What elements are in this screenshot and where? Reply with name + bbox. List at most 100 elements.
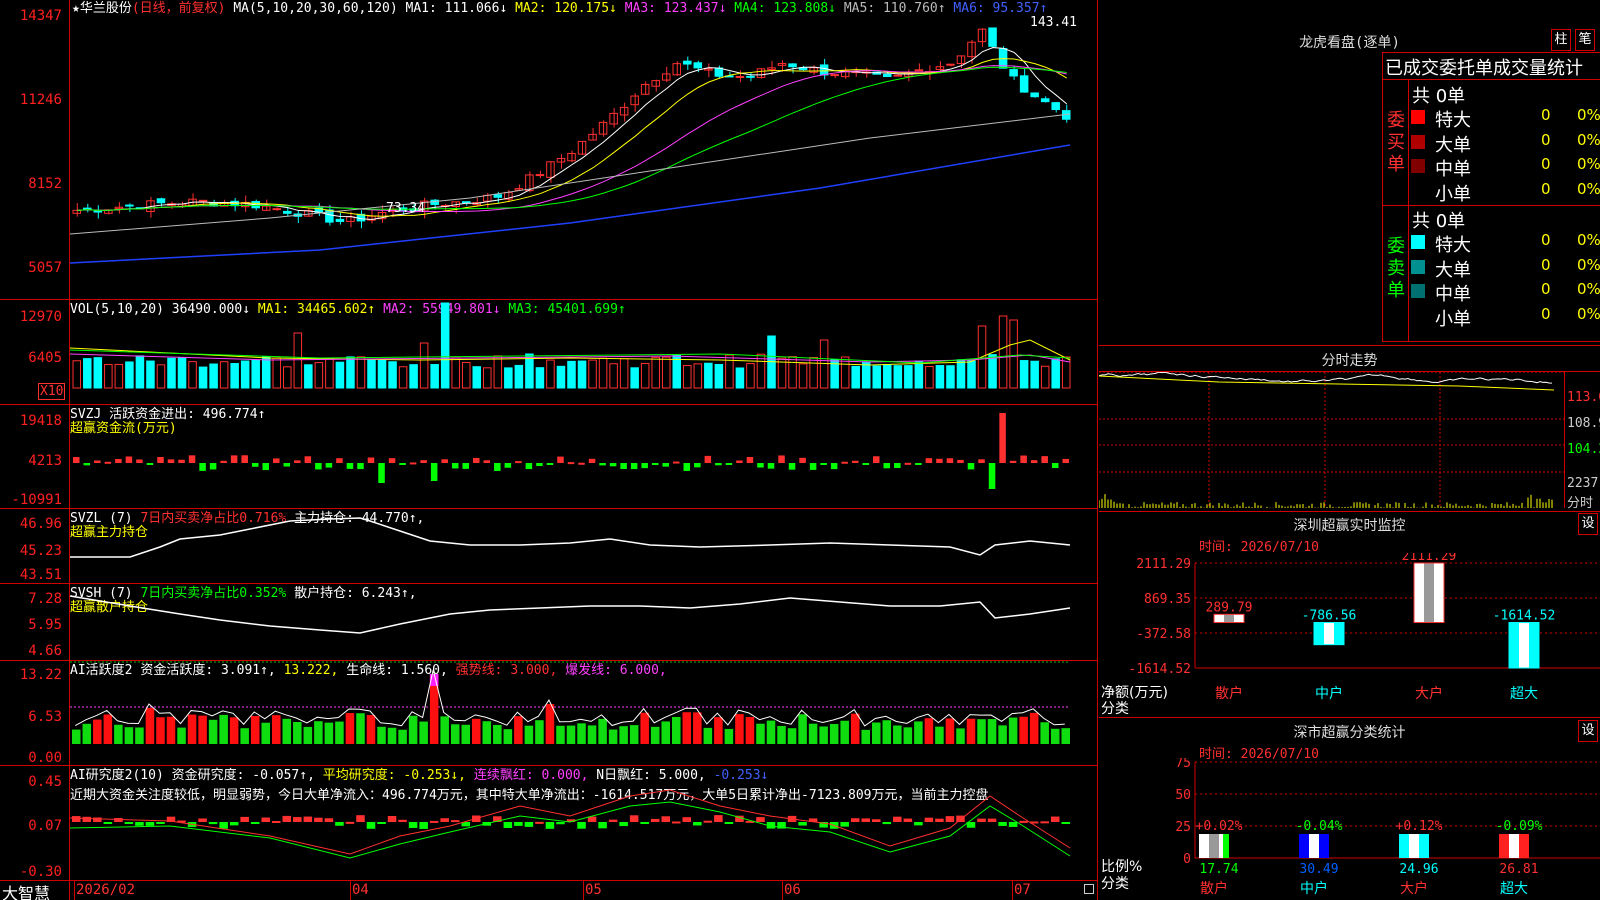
volume-bar [72,360,82,389]
monitor-settings-button[interactable]: 设 [1578,513,1598,535]
bar-mode-button[interactable]: 柱 [1551,29,1571,51]
flow-bar [1009,460,1017,463]
research-bar [914,822,923,826]
volume-bar [167,357,176,389]
buy-count: 0 [1541,179,1551,198]
research-bar [661,816,670,822]
activity-bar [135,727,144,744]
flow-bar [125,456,133,463]
research-bar [756,817,765,822]
volume-bar [714,364,724,389]
data-label: -786.56 [1302,608,1357,623]
volume-chart[interactable] [70,300,1097,404]
volume-bar [1030,360,1039,389]
ratio-bar-shade [1309,834,1319,858]
candle-body [283,210,292,214]
tick-label: -372.58 [1136,627,1191,642]
svzj-chart[interactable] [70,405,1097,508]
activity-bar [198,715,207,744]
flow-bar [188,455,196,463]
vol-axis-2: 6405 [28,350,62,366]
volume-bar [630,367,639,389]
candle-body [756,68,766,78]
tick-mode-button[interactable]: 笔 [1575,29,1595,51]
volume-bar [925,366,934,389]
activity-bar [693,712,702,744]
category-label: 超大 [1510,686,1538,702]
kline-chart[interactable] [70,18,1097,299]
activity-bar [545,704,555,744]
buy-row: 中单 0 0% [1411,155,1600,180]
main-chart-area[interactable]: ★华兰股份(日线，前复权) MA(5,10,20,30,60,120) MA1:… [0,0,1098,900]
activity-bar [735,714,744,744]
candle-body [914,69,924,72]
research-bar [608,819,618,822]
activity-bar [314,721,323,744]
sell-row: 特大 0 0% [1411,231,1600,256]
activity-bar [419,721,428,744]
volume-bar [93,357,103,389]
research-bar [208,822,218,825]
ai1-chart[interactable] [70,661,1097,765]
research-bar [924,817,934,822]
research-bar [903,818,913,822]
research-bar [135,822,144,826]
activity-bar [524,725,534,744]
candle-body [683,60,692,65]
stock-name: 华兰股份 [79,1,132,16]
candle-body [272,208,282,211]
svzl-chart[interactable] [70,509,1097,583]
volume-bar [672,354,682,389]
sell-count: 0 [1541,255,1551,274]
lock-icon[interactable] [1084,884,1094,894]
research-bar [261,817,270,822]
activity-bar [303,726,313,744]
volume-bar [693,363,703,389]
volume-bar [567,360,576,389]
flow-bar [451,463,459,469]
research-bar [124,822,134,824]
volume-bar [146,360,155,389]
ratio-bar-edge [1323,834,1329,858]
sell-name: 小单 [1435,308,1471,330]
activity-bar [366,715,376,744]
data-label: 289.79 [1206,600,1253,615]
volume-bar [325,357,334,389]
research-bar [272,820,281,823]
activity-bar [977,719,986,744]
activity-bar [829,724,839,744]
volume-bar [261,356,271,389]
vol-unit: X10 [38,383,66,400]
research-bar [798,822,807,826]
flow-bar [915,463,922,465]
activity-bar [472,718,481,744]
stats-settings-button[interactable]: 设 [1578,720,1598,742]
order-stats-tabs[interactable]: 已成交委托单成交量统计 [1385,54,1583,80]
svsh-axis-3: 4.66 [28,643,62,659]
svsh-line [70,595,1071,634]
ma3-value: MA3: 123.437↓ [624,1,727,16]
volume-bar [651,356,660,389]
svsh-chart[interactable] [70,584,1097,660]
intraday-chart[interactable] [1099,372,1564,508]
candle-body [461,201,471,204]
net-flow-chart[interactable]: 2111.29 869.35 -372.58 -1614.52 289.79 散户 -786… [1099,553,1600,713]
volume-bar [125,361,134,389]
volume-bar [451,357,460,389]
ai2-chart[interactable] [70,766,1097,880]
flow-bar [1020,455,1027,463]
activity-bar [82,723,92,744]
ma6-value: MA6: 95.357↑ [953,1,1048,16]
volume-bar [788,356,797,389]
activity-bar [387,727,397,744]
volume-bar [272,357,282,389]
ratio-bar-shade [1509,834,1519,858]
flow-bar [230,455,238,463]
volume-bar [598,357,608,389]
flow-bar [830,463,838,470]
ratio-bar-shade [1409,834,1419,858]
ratio-chart[interactable]: 75 50 25 0 +0.02% 17.74 散户 -0.04% 30.49 中户 +0.12% 2… [1099,758,1600,900]
category-label: 散户 [1200,880,1228,897]
volume-bar [493,355,503,389]
volume-bar [535,367,545,389]
